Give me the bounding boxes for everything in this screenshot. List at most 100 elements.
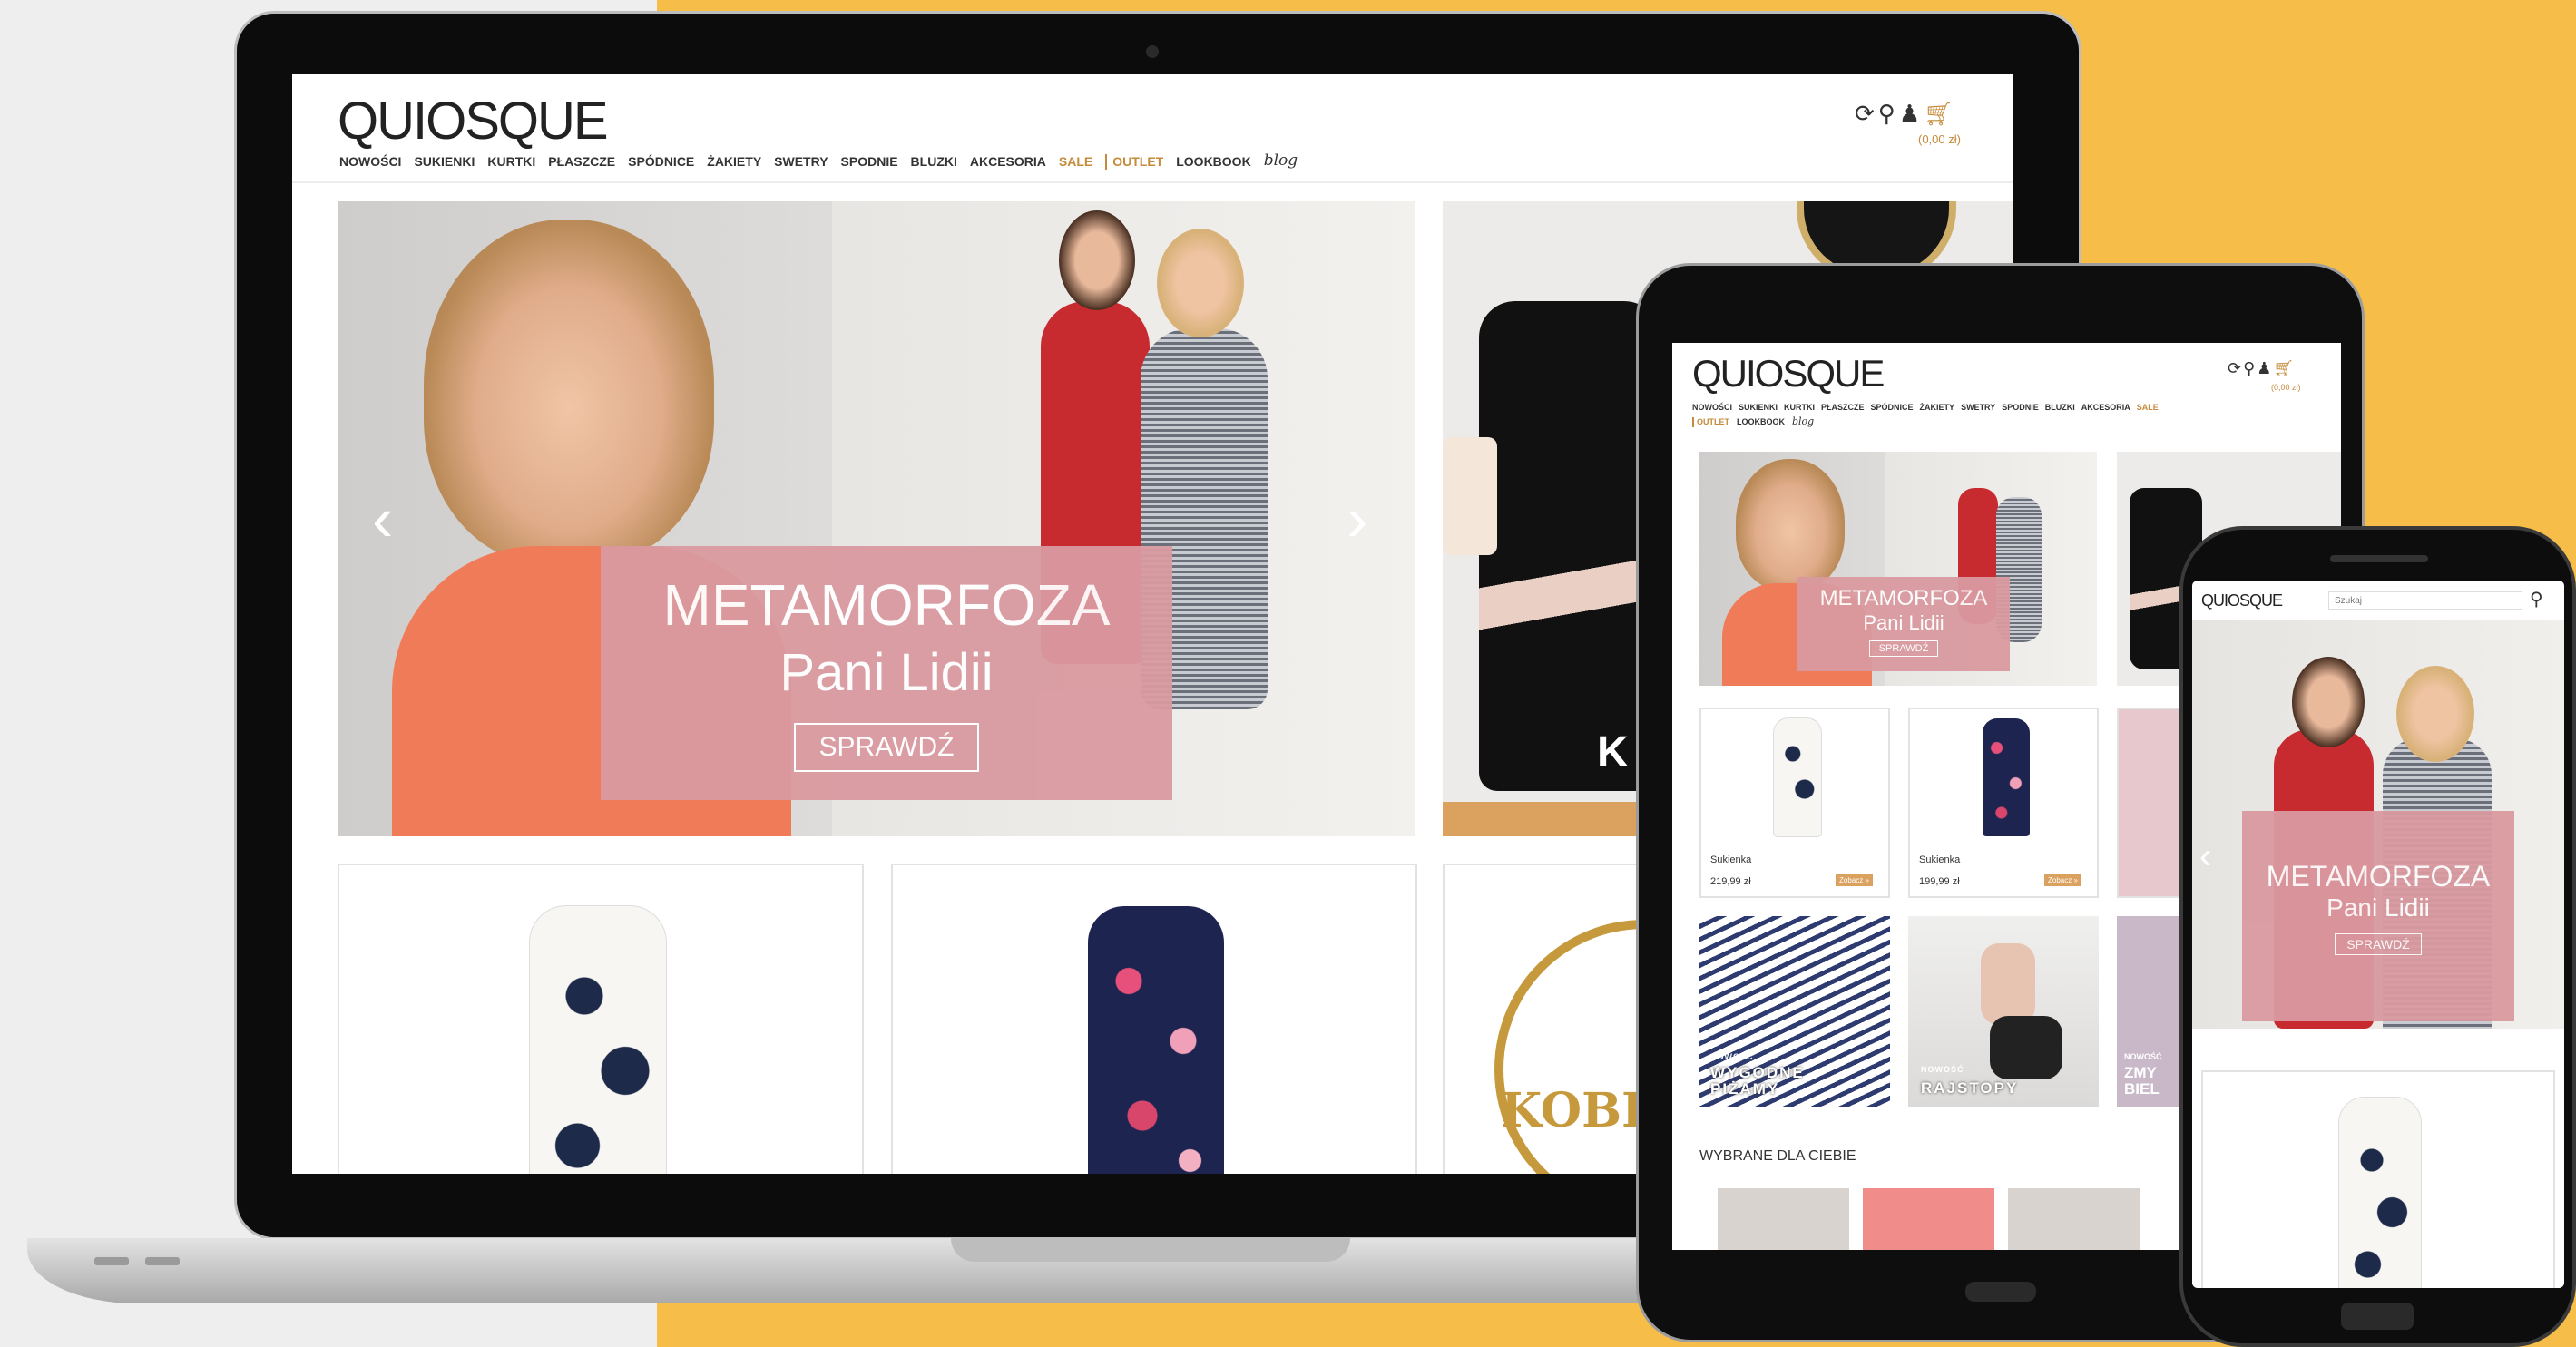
nav-item-sale[interactable]: SALE	[1059, 154, 1092, 170]
nav-item-swetry[interactable]: SWETRY	[1961, 403, 1995, 412]
product-card[interactable]	[891, 864, 1417, 1174]
category-tile[interactable]: NOWOŚĆ WYGODNE PIŻAMY	[1699, 916, 1890, 1107]
phone-accessory	[1443, 437, 1497, 555]
promo-button[interactable]: SPRAWDŹ	[793, 723, 980, 772]
laptop-grille	[94, 1257, 129, 1265]
nav-item-bluzki[interactable]: BLUZKI	[911, 154, 957, 170]
model-red-head	[1059, 210, 1135, 310]
slider-prev-arrow[interactable]: ‹	[372, 483, 393, 555]
product-view-button[interactable]: Zobacz »	[1836, 874, 1873, 886]
product-image-navy-dress	[1088, 906, 1224, 1174]
cart-icon[interactable]: 🛒︎	[2273, 359, 2294, 378]
nav-item-swetry[interactable]: SWETRY	[774, 154, 828, 170]
nav-item-outlet[interactable]: OUTLET	[1692, 417, 1729, 427]
nav-item-plaszcze[interactable]: PŁASZCZE	[1821, 403, 1865, 412]
search-icon[interactable]: ⚲	[1878, 100, 1895, 128]
header-divider	[292, 181, 2013, 183]
nav-item-spodnie[interactable]: SPODNIE	[2002, 403, 2039, 412]
hero-slider[interactable]: METAMORFOZA Pani Lidii SPRAWDŹ	[1699, 452, 2097, 686]
promo-button[interactable]: SPRAWDŹ	[1868, 640, 1939, 657]
main-nav: NOWOŚCI SUKIENKI KURTKI PŁASZCZE SPÓDNIC…	[1692, 403, 2159, 412]
promo-subtitle: Pani Lidii	[2326, 893, 2430, 922]
nav-item-lookbook[interactable]: LOOKBOOK	[1176, 154, 1250, 170]
nav-item-bluzki[interactable]: BLUZKI	[2045, 403, 2075, 412]
main-nav-row2: OUTLET LOOKBOOK blog	[1692, 415, 1814, 427]
nav-item-zakiety[interactable]: ŻAKIETY	[707, 154, 761, 170]
nav-item-kurtki[interactable]: KURTKI	[1784, 403, 1815, 412]
model-sweater	[1981, 943, 2035, 1025]
laptop-grille	[145, 1257, 180, 1265]
model-red-head	[2292, 657, 2365, 747]
category-tile[interactable]: NOWOŚĆ RAJSTOPY	[1908, 916, 2099, 1107]
woman-portrait	[1736, 459, 1845, 591]
nav-item-blog[interactable]: blog	[1792, 415, 1814, 427]
product-name[interactable]: Sukienka	[1919, 854, 1960, 865]
nav-item-kurtki[interactable]: KURTKI	[487, 154, 535, 170]
nav-item-akcesoria[interactable]: AKCESORIA	[2081, 403, 2130, 412]
store-logo[interactable]: QUIOSQUE	[1692, 352, 1885, 395]
store-logo[interactable]: QUIOSQUE	[338, 91, 609, 151]
main-nav: NOWOŚCI SUKIENKI KURTKI PŁASZCZE SPÓDNIC…	[339, 151, 1298, 170]
tablet-home-button	[1965, 1282, 2036, 1302]
cart-icon[interactable]: 🛒︎	[1924, 100, 1954, 128]
promo-subtitle: Pani Lidii	[779, 643, 994, 702]
nav-item-nowosci[interactable]: NOWOŚCI	[1692, 403, 1732, 412]
nav-item-akcesoria[interactable]: AKCESORIA	[970, 154, 1046, 170]
cart-total[interactable]: (0,00 zł)	[1918, 132, 1961, 146]
product-view-button[interactable]: Zobacz »	[2044, 874, 2081, 886]
tile-title: RAJSTOPY	[1921, 1079, 2019, 1097]
model-striped-head	[1157, 229, 1244, 337]
product-name[interactable]: Sukienka	[1710, 854, 1751, 865]
tile-title: WYGODNE PIŻAMY	[1710, 1064, 1805, 1098]
header-icons: ⟳ ⚲ ♟ 🛒︎	[2228, 359, 2294, 378]
header-icons: ⟳ ⚲ ♟ 🛒︎	[1855, 100, 1954, 128]
recommended-thumb[interactable]	[1863, 1188, 1994, 1250]
nav-item-spodnice[interactable]: SPÓDNICE	[628, 154, 694, 170]
nav-item-nowosci[interactable]: NOWOŚCI	[339, 154, 401, 170]
product-card[interactable]	[2201, 1070, 2555, 1288]
nav-item-spodnie[interactable]: SPODNIE	[841, 154, 898, 170]
refresh-icon[interactable]: ⟳	[1855, 100, 1875, 128]
nav-item-sukienki[interactable]: SUKIENKI	[414, 154, 475, 170]
user-icon[interactable]: ♟	[2257, 359, 2271, 378]
product-price: 199,99 zł	[1919, 876, 1960, 887]
phone-screen: QUIOSQUE ⚲ METAMORFOZA Pani Lidii SPRAWD…	[2192, 581, 2564, 1288]
nav-item-blog[interactable]: blog	[1264, 151, 1298, 170]
tile-tag: NOWOŚĆ	[1921, 1065, 1964, 1074]
nav-item-zakiety[interactable]: ŻAKIETY	[1920, 403, 1955, 412]
recommended-thumb[interactable]	[1718, 1188, 1849, 1250]
nav-item-lookbook[interactable]: LOOKBOOK	[1737, 417, 1785, 427]
woman-portrait	[424, 220, 714, 564]
tile-tag: NOWOŚĆ	[2124, 1052, 2162, 1061]
user-icon[interactable]: ♟	[1899, 100, 1920, 128]
search-icon[interactable]: ⚲	[2530, 588, 2543, 610]
side-banner-letter: K	[1597, 728, 1629, 776]
tile-title: ZMY BIEL	[2124, 1064, 2160, 1098]
product-card[interactable]: Sukienka 199,99 zł Zobacz »	[1908, 708, 2099, 898]
promo-button[interactable]: SPRAWDŹ	[2335, 933, 2422, 955]
nav-item-spodnice[interactable]: SPÓDNICE	[1871, 403, 1914, 412]
nav-item-sale[interactable]: SALE	[2137, 403, 2159, 412]
cart-total[interactable]: (0,00 zł)	[2271, 383, 2301, 392]
hero-slider[interactable]: METAMORFOZA Pani Lidii SPRAWDŹ ‹	[2192, 620, 2564, 1029]
nav-item-sukienki[interactable]: SUKIENKI	[1739, 403, 1778, 412]
product-image-navy-dress	[1983, 718, 2030, 836]
product-price: 219,99 zł	[1710, 876, 1751, 887]
search-icon[interactable]: ⚲	[2243, 359, 2255, 378]
hero-slider[interactable]: METAMORFOZA Pani Lidii SPRAWDŹ ‹ ›	[338, 201, 1415, 836]
promo-subtitle: Pani Lidii	[1863, 611, 1944, 634]
product-card[interactable]: Sukienka 219,99 zł Zobacz »	[1699, 708, 1890, 898]
nav-item-plaszcze[interactable]: PŁASZCZE	[548, 154, 615, 170]
slider-prev-arrow[interactable]: ‹	[2199, 836, 2211, 877]
product-image-floral-dress	[2339, 1098, 2421, 1288]
recommended-thumb[interactable]	[2008, 1188, 2140, 1250]
nav-item-outlet[interactable]: OUTLET	[1105, 154, 1163, 170]
slider-next-arrow[interactable]: ›	[1347, 483, 1367, 555]
search-input[interactable]	[2328, 591, 2522, 610]
store-logo[interactable]: QUIOSQUE	[2201, 591, 2283, 610]
product-card[interactable]	[338, 864, 864, 1174]
section-title: WYBRANE DLA CIEBIE	[1699, 1148, 1856, 1164]
refresh-icon[interactable]: ⟳	[2228, 359, 2241, 378]
product-image-floral-dress	[1774, 718, 1821, 836]
promo-title: METAMORFOZA	[2266, 860, 2491, 893]
